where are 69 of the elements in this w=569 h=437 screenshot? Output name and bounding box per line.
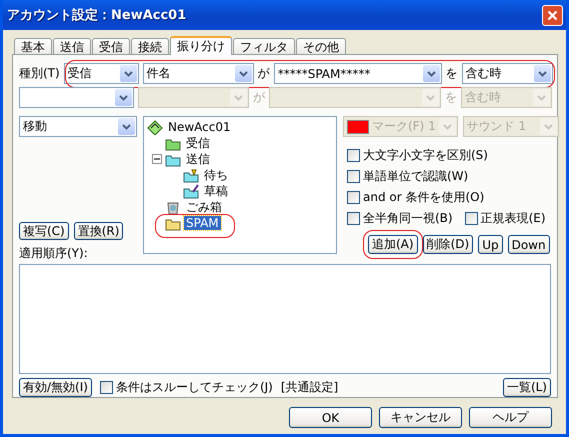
close-icon bbox=[547, 10, 558, 20]
tree-item[interactable]: 草稿 bbox=[202, 182, 230, 200]
collapse-icon[interactable] bbox=[152, 154, 162, 164]
tree-item[interactable]: SPAM bbox=[184, 216, 221, 230]
trash-icon bbox=[165, 200, 181, 215]
button[interactable]: OK bbox=[289, 407, 372, 428]
chevron-icon bbox=[540, 118, 557, 136]
connector-label: を bbox=[445, 89, 457, 106]
folder-icon bbox=[183, 184, 199, 199]
folder-icon bbox=[183, 168, 199, 183]
button[interactable]: 置換(R) bbox=[74, 222, 124, 240]
checkbox[interactable] bbox=[347, 149, 360, 162]
tab[interactable]: 振り分け bbox=[170, 36, 232, 55]
button[interactable]: 一覧(L) bbox=[502, 378, 551, 397]
chevron-icon bbox=[120, 65, 137, 82]
checkbox-label[interactable]: 大文字小文字を区別(S) bbox=[363, 147, 488, 164]
connector-label: を bbox=[446, 65, 458, 82]
button[interactable]: 複写(C) bbox=[19, 222, 69, 240]
dropdown[interactable]: 移動 bbox=[19, 116, 137, 138]
rule-list[interactable] bbox=[19, 264, 551, 374]
checkbox-label[interactable]: and or 条件を使用(O) bbox=[363, 189, 484, 206]
tree-item[interactable]: ごみ箱 bbox=[184, 198, 224, 216]
button[interactable]: 有効/無効(I) bbox=[19, 378, 92, 397]
tree-item[interactable]: 送信 bbox=[184, 150, 212, 168]
button[interactable]: 削除(D) bbox=[422, 235, 474, 254]
note-text: [共通設定] bbox=[280, 379, 338, 396]
chevron-icon bbox=[422, 65, 440, 82]
tree-item[interactable]: 待ち bbox=[202, 166, 230, 184]
checkbox-label[interactable]: 正規表現(E) bbox=[480, 210, 546, 228]
chevron-icon bbox=[533, 89, 550, 106]
dropdown[interactable]: 受信 bbox=[64, 63, 139, 84]
button[interactable]: キャンセル bbox=[379, 407, 462, 428]
tab[interactable]: 送信 bbox=[53, 38, 91, 54]
button[interactable]: ヘルプ bbox=[469, 407, 552, 428]
checkbox[interactable] bbox=[100, 381, 113, 394]
tab[interactable]: 接続 bbox=[131, 38, 169, 54]
tab[interactable]: フィルタ bbox=[233, 38, 295, 54]
dropdown[interactable]: *****SPAM***** bbox=[274, 63, 442, 84]
tree-item[interactable]: NewAcc01 bbox=[166, 120, 233, 134]
checkbox[interactable] bbox=[347, 191, 360, 204]
tab[interactable]: 基本 bbox=[14, 38, 52, 54]
list-label: 適用順序(Y): bbox=[19, 245, 88, 262]
checkbox-label[interactable]: 条件はスルーしてチェック(J) bbox=[116, 379, 273, 396]
chevron-icon bbox=[230, 89, 247, 106]
close-button[interactable] bbox=[542, 4, 563, 26]
field-label: 種別(T) bbox=[19, 65, 60, 82]
dropdown[interactable]: 件名 bbox=[142, 63, 254, 84]
checkbox-label[interactable]: 単語単位で認識(W) bbox=[363, 168, 468, 186]
chevron-icon bbox=[534, 65, 551, 82]
tab[interactable]: 受信 bbox=[92, 38, 130, 54]
button[interactable]: 追加(A) bbox=[368, 235, 418, 254]
button[interactable]: Down bbox=[508, 235, 550, 254]
dropdown[interactable]: 含む時 bbox=[462, 63, 553, 84]
tree-item[interactable]: 受信 bbox=[184, 134, 212, 152]
chevron-icon bbox=[438, 118, 456, 136]
checkbox-label[interactable]: 全半角同一視(B) bbox=[363, 210, 453, 228]
connector-label: が bbox=[258, 65, 270, 82]
window-title: アカウント設定：NewAcc01 bbox=[7, 6, 186, 24]
connector-label: が bbox=[253, 89, 265, 106]
chevron-icon bbox=[118, 118, 135, 136]
button[interactable]: Up bbox=[478, 235, 503, 254]
chevron-icon bbox=[422, 89, 439, 106]
chevron-icon bbox=[115, 89, 132, 106]
checkbox[interactable] bbox=[347, 212, 360, 226]
chevron-icon bbox=[234, 65, 252, 82]
tab[interactable]: その他 bbox=[296, 38, 346, 54]
checkbox[interactable] bbox=[347, 170, 360, 184]
diamond-icon bbox=[147, 120, 163, 135]
checkbox[interactable] bbox=[464, 212, 478, 226]
